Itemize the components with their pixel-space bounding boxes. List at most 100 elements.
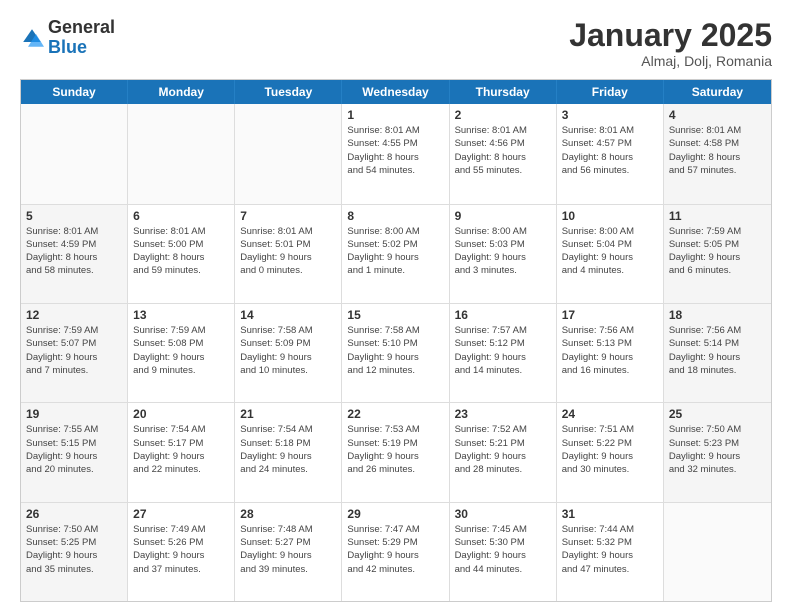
calendar-cell: 29 Sunrise: 7:47 AM Sunset: 5:29 PM Dayli… (342, 503, 449, 601)
calendar-cell (21, 104, 128, 203)
calendar-cell: 8 Sunrise: 8:00 AM Sunset: 5:02 PM Daylig… (342, 205, 449, 303)
day-info: Sunrise: 7:56 AM Sunset: 5:13 PM Dayligh… (562, 324, 658, 377)
day-number: 31 (562, 507, 658, 521)
day-number: 22 (347, 407, 443, 421)
day-number: 13 (133, 308, 229, 322)
calendar-body: 1 Sunrise: 8:01 AM Sunset: 4:55 PM Daylig… (21, 104, 771, 601)
weekday-header: Thursday (450, 80, 557, 104)
day-info: Sunrise: 7:59 AM Sunset: 5:05 PM Dayligh… (669, 225, 766, 278)
day-info: Sunrise: 7:45 AM Sunset: 5:30 PM Dayligh… (455, 523, 551, 576)
day-info: Sunrise: 8:00 AM Sunset: 5:04 PM Dayligh… (562, 225, 658, 278)
calendar-cell: 22 Sunrise: 7:53 AM Sunset: 5:19 PM Dayli… (342, 403, 449, 501)
day-number: 30 (455, 507, 551, 521)
day-number: 18 (669, 308, 766, 322)
calendar-cell (664, 503, 771, 601)
day-info: Sunrise: 8:00 AM Sunset: 5:03 PM Dayligh… (455, 225, 551, 278)
calendar-cell: 23 Sunrise: 7:52 AM Sunset: 5:21 PM Dayli… (450, 403, 557, 501)
day-number: 1 (347, 108, 443, 122)
day-info: Sunrise: 7:47 AM Sunset: 5:29 PM Dayligh… (347, 523, 443, 576)
day-number: 25 (669, 407, 766, 421)
calendar-cell: 9 Sunrise: 8:00 AM Sunset: 5:03 PM Daylig… (450, 205, 557, 303)
day-number: 4 (669, 108, 766, 122)
calendar-cell: 26Sunrise: 7:50 AM Sunset: 5:25 PM Dayli… (21, 503, 128, 601)
day-number: 10 (562, 209, 658, 223)
day-number: 24 (562, 407, 658, 421)
day-number: 19 (26, 407, 122, 421)
day-info: Sunrise: 7:49 AM Sunset: 5:26 PM Dayligh… (133, 523, 229, 576)
day-number: 29 (347, 507, 443, 521)
calendar-row: 5 Sunrise: 8:01 AM Sunset: 4:59 PM Daylig… (21, 204, 771, 303)
day-info: Sunrise: 7:44 AM Sunset: 5:32 PM Dayligh… (562, 523, 658, 576)
weekday-header: Tuesday (235, 80, 342, 104)
title-block: January 2025 Almaj, Dolj, Romania (569, 18, 772, 69)
calendar-cell: 14 Sunrise: 7:58 AM Sunset: 5:09 PM Dayli… (235, 304, 342, 402)
day-number: 12 (26, 308, 122, 322)
calendar-cell: 2Sunrise: 8:01 AM Sunset: 4:56 PM Daylig… (450, 104, 557, 203)
day-number: 8 (347, 209, 443, 223)
weekday-header: Wednesday (342, 80, 449, 104)
day-number: 11 (669, 209, 766, 223)
day-info: Sunrise: 7:54 AM Sunset: 5:17 PM Dayligh… (133, 423, 229, 476)
calendar-cell: 16Sunrise: 7:57 AM Sunset: 5:12 PM Dayli… (450, 304, 557, 402)
calendar-cell: 19 Sunrise: 7:55 AM Sunset: 5:15 PM Dayli… (21, 403, 128, 501)
calendar-cell: 28 Sunrise: 7:48 AM Sunset: 5:27 PM Dayli… (235, 503, 342, 601)
weekday-header: Monday (128, 80, 235, 104)
day-info: Sunrise: 8:01 AM Sunset: 4:59 PM Dayligh… (26, 225, 122, 278)
day-info: Sunrise: 8:01 AM Sunset: 4:57 PM Dayligh… (562, 124, 658, 177)
logo-blue: Blue (48, 37, 87, 57)
calendar-cell: 15Sunrise: 7:58 AM Sunset: 5:10 PM Dayli… (342, 304, 449, 402)
day-number: 15 (347, 308, 443, 322)
subtitle: Almaj, Dolj, Romania (569, 53, 772, 69)
calendar-cell: 6Sunrise: 8:01 AM Sunset: 5:00 PM Daylig… (128, 205, 235, 303)
calendar-cell: 12 Sunrise: 7:59 AM Sunset: 5:07 PM Dayli… (21, 304, 128, 402)
calendar-cell: 10 Sunrise: 8:00 AM Sunset: 5:04 PM Dayli… (557, 205, 664, 303)
weekday-header: Friday (557, 80, 664, 104)
day-info: Sunrise: 8:00 AM Sunset: 5:02 PM Dayligh… (347, 225, 443, 278)
logo-icon (20, 26, 44, 50)
day-number: 5 (26, 209, 122, 223)
day-info: Sunrise: 8:01 AM Sunset: 5:00 PM Dayligh… (133, 225, 229, 278)
calendar-cell: 24 Sunrise: 7:51 AM Sunset: 5:22 PM Dayli… (557, 403, 664, 501)
calendar-cell: 7 Sunrise: 8:01 AM Sunset: 5:01 PM Daylig… (235, 205, 342, 303)
day-info: Sunrise: 8:01 AM Sunset: 4:55 PM Dayligh… (347, 124, 443, 177)
day-number: 28 (240, 507, 336, 521)
calendar-header: SundayMondayTuesdayWednesdayThursdayFrid… (21, 80, 771, 104)
calendar-row: 1 Sunrise: 8:01 AM Sunset: 4:55 PM Daylig… (21, 104, 771, 203)
day-number: 23 (455, 407, 551, 421)
weekday-header: Sunday (21, 80, 128, 104)
logo-general: General (48, 17, 115, 37)
calendar-cell: 18Sunrise: 7:56 AM Sunset: 5:14 PM Dayli… (664, 304, 771, 402)
day-number: 21 (240, 407, 336, 421)
calendar: SundayMondayTuesdayWednesdayThursdayFrid… (20, 79, 772, 602)
calendar-cell: 11 Sunrise: 7:59 AM Sunset: 5:05 PM Dayli… (664, 205, 771, 303)
day-info: Sunrise: 8:01 AM Sunset: 5:01 PM Dayligh… (240, 225, 336, 278)
day-number: 7 (240, 209, 336, 223)
day-number: 14 (240, 308, 336, 322)
day-info: Sunrise: 7:59 AM Sunset: 5:07 PM Dayligh… (26, 324, 122, 377)
day-info: Sunrise: 7:54 AM Sunset: 5:18 PM Dayligh… (240, 423, 336, 476)
day-info: Sunrise: 7:50 AM Sunset: 5:25 PM Dayligh… (26, 523, 122, 576)
calendar-cell: 25 Sunrise: 7:50 AM Sunset: 5:23 PM Dayli… (664, 403, 771, 501)
calendar-cell: 27Sunrise: 7:49 AM Sunset: 5:26 PM Dayli… (128, 503, 235, 601)
day-number: 3 (562, 108, 658, 122)
header: General Blue January 2025 Almaj, Dolj, R… (20, 18, 772, 69)
calendar-cell: 4 Sunrise: 8:01 AM Sunset: 4:58 PM Daylig… (664, 104, 771, 203)
calendar-cell: 1 Sunrise: 8:01 AM Sunset: 4:55 PM Daylig… (342, 104, 449, 203)
month-title: January 2025 (569, 18, 772, 53)
day-number: 9 (455, 209, 551, 223)
calendar-cell: 5 Sunrise: 8:01 AM Sunset: 4:59 PM Daylig… (21, 205, 128, 303)
day-info: Sunrise: 7:50 AM Sunset: 5:23 PM Dayligh… (669, 423, 766, 476)
day-info: Sunrise: 8:01 AM Sunset: 4:58 PM Dayligh… (669, 124, 766, 177)
day-info: Sunrise: 7:52 AM Sunset: 5:21 PM Dayligh… (455, 423, 551, 476)
day-info: Sunrise: 7:51 AM Sunset: 5:22 PM Dayligh… (562, 423, 658, 476)
calendar-cell (235, 104, 342, 203)
day-info: Sunrise: 7:55 AM Sunset: 5:15 PM Dayligh… (26, 423, 122, 476)
day-info: Sunrise: 7:58 AM Sunset: 5:09 PM Dayligh… (240, 324, 336, 377)
day-info: Sunrise: 7:59 AM Sunset: 5:08 PM Dayligh… (133, 324, 229, 377)
day-info: Sunrise: 7:48 AM Sunset: 5:27 PM Dayligh… (240, 523, 336, 576)
calendar-row: 12 Sunrise: 7:59 AM Sunset: 5:07 PM Dayli… (21, 303, 771, 402)
weekday-header: Saturday (664, 80, 771, 104)
calendar-row: 26Sunrise: 7:50 AM Sunset: 5:25 PM Dayli… (21, 502, 771, 601)
day-info: Sunrise: 7:53 AM Sunset: 5:19 PM Dayligh… (347, 423, 443, 476)
calendar-cell (128, 104, 235, 203)
